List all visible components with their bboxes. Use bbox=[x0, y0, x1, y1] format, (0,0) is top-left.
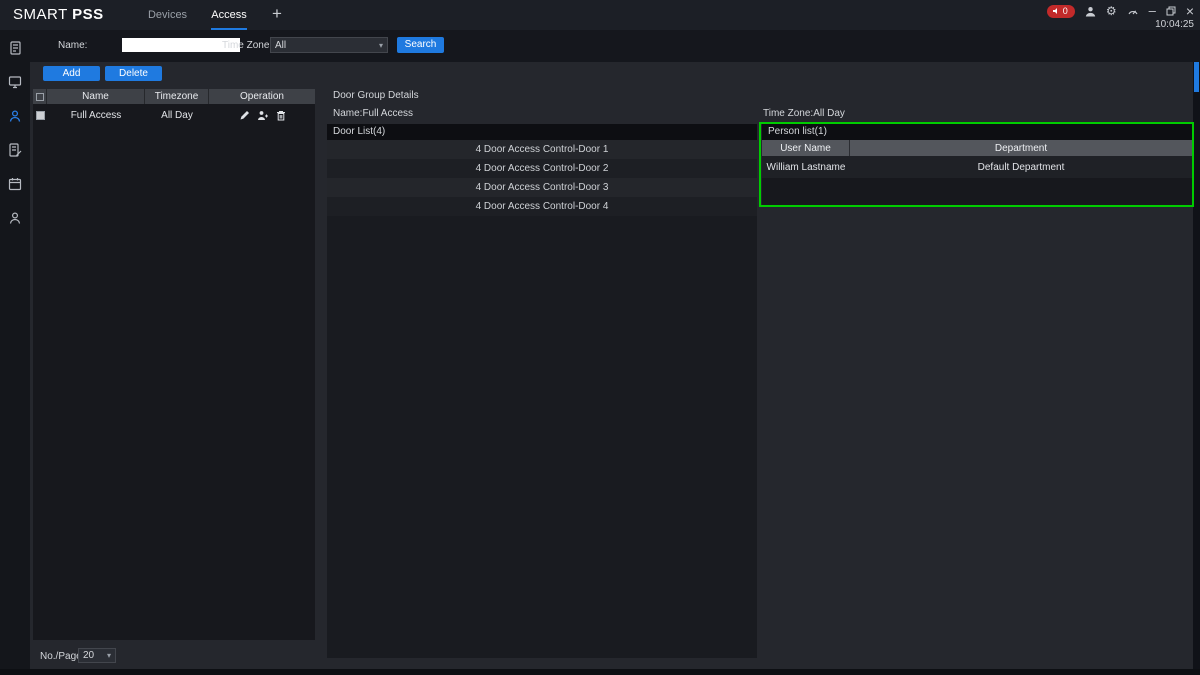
close-icon[interactable]: × bbox=[1186, 4, 1194, 18]
logo-smart: SMART bbox=[13, 6, 72, 23]
module-sidebar bbox=[0, 30, 30, 675]
person-department-cell: Default Department bbox=[850, 156, 1192, 178]
pager-label: No./Page bbox=[40, 651, 82, 662]
person-list-panel: Person list(1) User Name Department Will… bbox=[762, 124, 1192, 205]
scrollbar-track[interactable] bbox=[1193, 62, 1200, 675]
door-list-item: 4 Door Access Control-Door 4 bbox=[327, 197, 757, 216]
tab-devices-label: Devices bbox=[148, 9, 187, 21]
details-group-name: Name:Full Access bbox=[333, 108, 413, 119]
person-list-title: Person list(1) bbox=[762, 124, 1192, 140]
delete-button[interactable]: Delete bbox=[105, 66, 162, 81]
chevron-down-icon: ▾ bbox=[107, 651, 111, 660]
minimize-icon[interactable]: – bbox=[1149, 4, 1156, 18]
header-department: Department bbox=[850, 140, 1192, 156]
new-tab-button[interactable]: + bbox=[266, 0, 288, 30]
delete-trash-icon[interactable] bbox=[276, 110, 286, 121]
person-table-header: User Name Department bbox=[762, 140, 1192, 156]
tab-access[interactable]: Access bbox=[203, 0, 255, 30]
details-title: Door Group Details bbox=[333, 90, 419, 101]
add-person-icon[interactable] bbox=[257, 110, 269, 121]
door-list-item: 4 Door Access Control-Door 2 bbox=[327, 159, 757, 178]
edit-pencil-icon[interactable] bbox=[239, 110, 250, 121]
header-operation: Operation bbox=[209, 89, 315, 104]
sidebar-person-icon[interactable] bbox=[7, 210, 23, 226]
door-list-title: Door List(4) bbox=[327, 124, 757, 140]
timezone-label: Time Zone: bbox=[222, 40, 272, 51]
sidebar-log-icon[interactable] bbox=[7, 40, 23, 56]
chevron-down-icon: ▾ bbox=[379, 41, 383, 50]
timezone-selected-value: All bbox=[275, 40, 286, 51]
sidebar-report-icon[interactable] bbox=[7, 142, 23, 158]
sidebar-access-user-icon[interactable] bbox=[7, 108, 23, 124]
logo-pss: PSS bbox=[72, 6, 104, 23]
dashboard-gauge-icon[interactable] bbox=[1127, 5, 1139, 17]
alarm-count: 0 bbox=[1063, 6, 1068, 16]
header-timezone: Timezone bbox=[145, 89, 209, 104]
titlebar-icon-group: 0 ⚙ – × bbox=[1047, 4, 1194, 18]
sidebar-device-icon[interactable] bbox=[7, 74, 23, 90]
alarm-badge[interactable]: 0 bbox=[1047, 5, 1075, 18]
restore-icon[interactable] bbox=[1166, 6, 1176, 16]
name-label: Name: bbox=[58, 40, 87, 51]
speaker-icon bbox=[1052, 7, 1060, 15]
select-all-checkbox[interactable] bbox=[36, 93, 44, 101]
search-toolbar: Name: Time Zone: All ▾ Search bbox=[30, 30, 1200, 62]
operation-cell bbox=[209, 110, 315, 121]
sidebar-schedule-icon[interactable] bbox=[7, 176, 23, 192]
add-button[interactable]: Add bbox=[43, 66, 100, 81]
smart-pss-window: SMART PSS Devices Access + 0 ⚙ – × 10:04… bbox=[0, 0, 1200, 675]
scrollbar-thumb[interactable] bbox=[1194, 62, 1199, 92]
door-list-item: 4 Door Access Control-Door 1 bbox=[327, 140, 757, 159]
row-checkbox[interactable] bbox=[36, 111, 45, 120]
group-timezone-cell: All Day bbox=[145, 110, 209, 121]
header-user-name: User Name bbox=[762, 140, 850, 156]
person-table-row: William Lastname Default Department bbox=[762, 156, 1192, 178]
door-list-item: 4 Door Access Control-Door 3 bbox=[327, 178, 757, 197]
tab-devices[interactable]: Devices bbox=[140, 0, 195, 30]
title-bar: SMART PSS Devices Access + 0 ⚙ – × bbox=[0, 0, 1200, 30]
page-size-value: 20 bbox=[83, 650, 94, 661]
group-name-cell: Full Access bbox=[47, 110, 145, 121]
system-clock: 10:04:25 bbox=[1155, 19, 1194, 30]
page-size-select[interactable]: 20 ▾ bbox=[78, 648, 116, 663]
group-table-header: Name Timezone Operation bbox=[33, 89, 315, 104]
footer-strip bbox=[0, 669, 1200, 675]
search-button[interactable]: Search bbox=[397, 37, 444, 53]
header-name: Name bbox=[47, 89, 145, 104]
group-table-row[interactable]: Full Access All Day bbox=[33, 104, 315, 126]
settings-gear-icon[interactable]: ⚙ bbox=[1106, 4, 1117, 18]
person-user-cell: William Lastname bbox=[762, 156, 850, 178]
app-logo: SMART PSS bbox=[13, 0, 104, 30]
timezone-select[interactable]: All ▾ bbox=[270, 37, 388, 53]
group-table-body: Full Access All Day bbox=[33, 104, 315, 640]
user-account-icon[interactable] bbox=[1085, 6, 1096, 17]
door-list-panel: Door List(4) 4 Door Access Control-Door … bbox=[327, 124, 757, 658]
tab-access-label: Access bbox=[211, 9, 246, 21]
details-timezone: Time Zone:All Day bbox=[763, 108, 845, 119]
